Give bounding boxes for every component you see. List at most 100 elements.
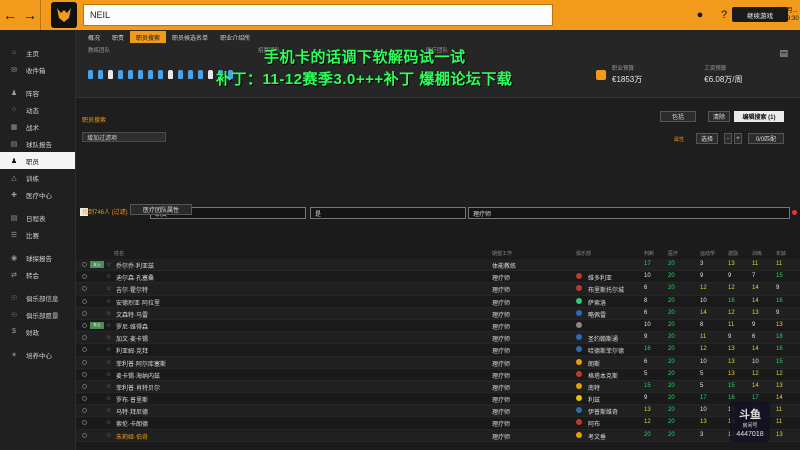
staff-name[interactable]: 安德烈亚·阿拉里 <box>116 298 160 307</box>
select-radio[interactable] <box>82 420 87 426</box>
table-row[interactable]: ☆马特·拜尼德理疗师伊普斯维奇132010101411 <box>76 405 800 418</box>
col-medicine[interactable]: 医疗 <box>668 250 678 257</box>
staff-name[interactable]: 文森特·马雷 <box>116 310 148 319</box>
sidebar-item-scouting[interactable]: ◉ 球探报告 <box>0 249 75 266</box>
tab-overview[interactable]: 概况 <box>82 31 106 43</box>
fm-icon[interactable]: ● <box>688 0 712 30</box>
table-row[interactable]: ☆朱莉娅·伯奇理疗师考文垂20203131313 <box>76 429 800 442</box>
col-motivating[interactable]: 激励 <box>728 250 738 257</box>
col-club[interactable]: 俱乐部 <box>576 250 591 257</box>
tab-staff-search[interactable]: 职员搜索 <box>130 31 167 43</box>
select-radio[interactable] <box>82 274 87 280</box>
select-radio[interactable] <box>82 298 87 304</box>
table-row[interactable]: ☆ 罗布·普里斯 理疗师 利兹 9 20 17 16 17 14 <box>76 393 800 406</box>
col-judging[interactable]: 判断 <box>644 250 654 257</box>
staff-club[interactable]: 维多利亚 <box>588 273 612 282</box>
table-row[interactable]: ☆ 菲利普·阿尔库塞斯 理疗师 朗斯 6 20 10 13 10 15 <box>76 356 800 369</box>
col-age[interactable]: 年龄 <box>776 250 786 257</box>
staff-club[interactable]: 阿布 <box>588 419 600 428</box>
staff-club[interactable]: 萨索洛 <box>588 298 606 307</box>
tab-responsibilities[interactable]: 职责 <box>106 31 130 43</box>
sidebar-item-squad[interactable]: ♟ 阵容 <box>0 84 75 101</box>
staff-name[interactable]: 菲利普·肖特贝尔 <box>116 383 160 392</box>
staff-name[interactable]: 朱莉娅·伯奇 <box>116 432 148 441</box>
minus-button[interactable]: - <box>724 133 732 144</box>
sidebar-item-training[interactable]: △ 训练 <box>0 169 75 186</box>
staff-name[interactable]: 麦卡锡·海纳内兹 <box>116 371 160 380</box>
continue-button[interactable]: 继续游戏 <box>732 7 788 22</box>
staff-name[interactable]: 罗尼·维得森 <box>116 322 148 331</box>
select-radio[interactable] <box>82 371 87 377</box>
plus-button[interactable]: + <box>734 133 742 144</box>
table-row[interactable]: ☆ 吉尔·霍尔特 理疗师 布里斯托尔城 6 20 12 12 14 9 <box>76 283 800 296</box>
add-filter-dropdown[interactable]: 增加过滤项 <box>82 132 166 142</box>
shortlist-icon[interactable]: ☆ <box>106 432 111 439</box>
select-radio[interactable] <box>82 347 87 353</box>
tab-job-centre[interactable]: 职业介绍所 <box>214 31 256 43</box>
table-row[interactable]: ☆ 乔尔乔·利亚兹 体能教练 17 20 3 13 11 11 本土 <box>76 259 800 272</box>
staff-club[interactable]: 圣约翰斯通 <box>588 334 618 343</box>
select-radio[interactable] <box>82 432 87 438</box>
forward-button[interactable]: → <box>20 0 40 30</box>
sidebar-item-finance[interactable]: $ 财政 <box>0 323 75 340</box>
tab-shortlist[interactable]: 职员候选名单 <box>166 31 214 43</box>
edit-search-button[interactable]: 编辑搜索 (1) <box>734 111 784 122</box>
select-button[interactable]: 选择 <box>696 133 718 144</box>
include-dropdown[interactable]: 包括 <box>660 111 696 122</box>
table-row[interactable]: ☆索伦·卡朗德理疗师阿布122013131111 <box>76 417 800 430</box>
sidebar-item-staff[interactable]: ♟ 职员 <box>0 152 75 169</box>
match-dropdown[interactable]: 0/0匹配 <box>748 133 784 144</box>
staff-name[interactable]: 索伦·卡朗德 <box>116 419 148 428</box>
sidebar-item-medical[interactable]: ✚ 医疗中心 <box>0 186 75 203</box>
table-row[interactable]: ☆ 文森特·马雷 理疗师 略佩雷 6 20 14 12 13 9 <box>76 307 800 320</box>
table-row[interactable]: ☆ 迪尔森·孔塞桑 理疗师 维多利亚 10 20 9 9 7 15 <box>76 271 800 284</box>
sidebar-item-club-info[interactable]: ☉ 俱乐部信息 <box>0 289 75 306</box>
staff-club[interactable]: 利兹 <box>588 395 600 404</box>
staff-club[interactable]: 南特 <box>588 383 600 392</box>
select-radio[interactable] <box>82 322 87 328</box>
col-name[interactable]: 姓名 <box>114 250 124 257</box>
shortlist-icon[interactable]: ☆ <box>106 346 111 353</box>
select-radio[interactable] <box>82 262 87 267</box>
club-crest-icon[interactable] <box>51 2 77 28</box>
select-radio[interactable] <box>82 335 87 341</box>
customize-icon[interactable]: ▤ <box>779 48 788 59</box>
select-radio[interactable] <box>82 408 87 414</box>
sidebar-item-vision[interactable]: ☉ 俱乐部愿景 <box>0 306 75 323</box>
shortlist-icon[interactable]: ☆ <box>106 371 111 378</box>
sidebar-item-home[interactable]: ⌂ 主页 <box>0 44 75 61</box>
staff-club[interactable]: 朗斯 <box>588 359 600 368</box>
shortlist-icon[interactable]: ☆ <box>106 298 111 305</box>
shortlist-icon[interactable]: ☆ <box>106 334 111 341</box>
sidebar-item-report[interactable]: ▤ 球队报告 <box>0 135 75 152</box>
shortlist-icon[interactable]: ☆ <box>106 322 111 329</box>
sidebar-item-tactics[interactable]: ▦ 战术 <box>0 118 75 135</box>
staff-club[interactable]: 伊普斯维奇 <box>588 407 618 416</box>
table-row[interactable]: ☆ 利亚姆·克拜 理疗师 哈德斯菲尔德 16 20 12 13 14 16 <box>76 344 800 357</box>
select-radio[interactable] <box>82 383 87 389</box>
sidebar-item-inbox[interactable]: ✉ 收件箱 <box>0 61 75 78</box>
staff-name[interactable]: 马特·拜尼德 <box>116 407 148 416</box>
sidebar-item-calendar[interactable]: ▤ 日程表 <box>0 209 75 226</box>
view-dropdown[interactable]: 医疗团队属性 <box>130 204 192 215</box>
staff-name[interactable]: 罗布·普里斯 <box>116 395 148 404</box>
shortlist-icon[interactable]: ☆ <box>106 310 111 317</box>
sidebar-item-transfer[interactable]: ⇄ 转会 <box>0 266 75 283</box>
select-radio[interactable] <box>82 359 87 365</box>
shortlist-icon[interactable]: ☆ <box>106 273 111 280</box>
sidebar-item-dynamics[interactable]: ○ 动态 <box>0 101 75 118</box>
staff-name[interactable]: 菲利普·阿尔库塞斯 <box>116 359 166 368</box>
shortlist-icon[interactable]: ☆ <box>106 285 111 292</box>
search-input[interactable]: NEIL <box>83 4 553 26</box>
col-preferred-job[interactable]: 期望工作 <box>492 250 512 257</box>
staff-club[interactable]: 哈德斯菲尔德 <box>588 346 624 355</box>
staff-name[interactable]: 乔尔乔·利亚兹 <box>116 261 154 270</box>
table-row[interactable]: ☆ 菲利普·肖特贝尔 理疗师 南特 15 20 5 15 14 13 <box>76 380 800 394</box>
back-button[interactable]: ← <box>0 0 20 30</box>
table-row[interactable]: ☆ 罗尼·维得森 理疗师 10 20 8 11 9 13 本土 <box>76 319 800 333</box>
table-row[interactable]: ☆ 安德烈亚·阿拉里 理疗师 萨索洛 8 20 10 16 14 16 <box>76 295 800 308</box>
staff-name[interactable]: 加文·麦卡锡 <box>116 334 148 343</box>
staff-club[interactable]: 布里斯托尔城 <box>588 285 624 294</box>
col-sports-science[interactable]: 运动学 <box>700 250 715 257</box>
select-radio[interactable] <box>82 286 87 292</box>
